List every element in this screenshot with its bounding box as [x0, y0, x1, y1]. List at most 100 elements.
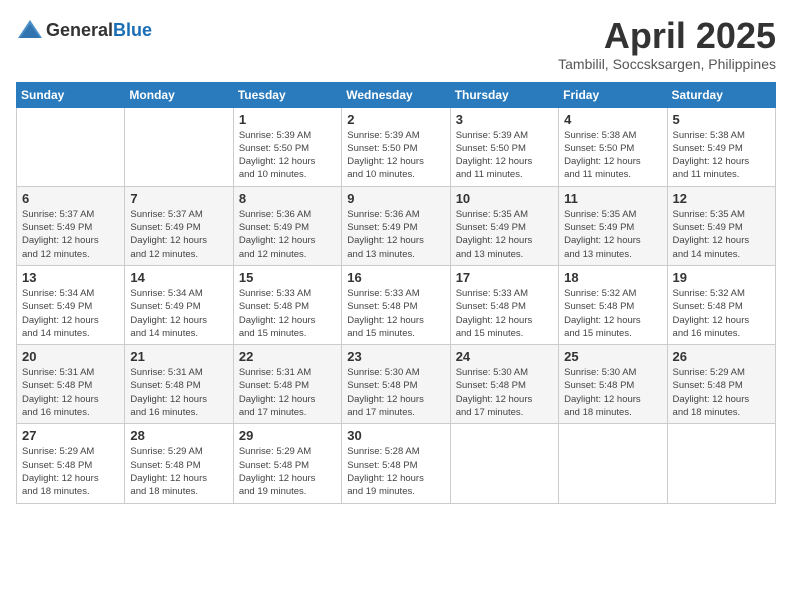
day-detail: Sunrise: 5:30 AM Sunset: 5:48 PM Dayligh… [456, 366, 553, 419]
day-detail: Sunrise: 5:33 AM Sunset: 5:48 PM Dayligh… [347, 287, 444, 340]
day-number: 11 [564, 191, 661, 206]
day-detail: Sunrise: 5:29 AM Sunset: 5:48 PM Dayligh… [130, 445, 227, 498]
logo-blue: Blue [113, 20, 152, 40]
day-detail: Sunrise: 5:30 AM Sunset: 5:48 PM Dayligh… [564, 366, 661, 419]
day-number: 3 [456, 112, 553, 127]
calendar-cell: 6Sunrise: 5:37 AM Sunset: 5:49 PM Daylig… [17, 186, 125, 265]
calendar-cell: 4Sunrise: 5:38 AM Sunset: 5:50 PM Daylig… [559, 107, 667, 186]
weekday-header-wednesday: Wednesday [342, 82, 450, 107]
day-detail: Sunrise: 5:31 AM Sunset: 5:48 PM Dayligh… [130, 366, 227, 419]
day-number: 18 [564, 270, 661, 285]
day-detail: Sunrise: 5:38 AM Sunset: 5:49 PM Dayligh… [673, 129, 770, 182]
calendar-cell: 20Sunrise: 5:31 AM Sunset: 5:48 PM Dayli… [17, 345, 125, 424]
day-detail: Sunrise: 5:34 AM Sunset: 5:49 PM Dayligh… [130, 287, 227, 340]
day-detail: Sunrise: 5:32 AM Sunset: 5:48 PM Dayligh… [673, 287, 770, 340]
day-detail: Sunrise: 5:31 AM Sunset: 5:48 PM Dayligh… [239, 366, 336, 419]
calendar-cell: 10 Sunrise: 5:35 AM Sunset: 5:49 PM Dayli… [450, 186, 558, 265]
calendar-cell: 26Sunrise: 5:29 AM Sunset: 5:48 PM Dayli… [667, 345, 775, 424]
calendar-cell: 9 Sunrise: 5:36 AM Sunset: 5:49 PM Daylig… [342, 186, 450, 265]
day-detail: Sunrise: 5:39 AM Sunset: 5:50 PM Dayligh… [239, 129, 336, 182]
day-number: 9 [347, 191, 444, 206]
day-detail: Sunrise: 5:29 AM Sunset: 5:48 PM Dayligh… [239, 445, 336, 498]
calendar-cell: 19Sunrise: 5:32 AM Sunset: 5:48 PM Dayli… [667, 265, 775, 344]
day-number: 7 [130, 191, 227, 206]
day-detail: Sunrise: 5:37 AM Sunset: 5:49 PM Dayligh… [130, 208, 227, 261]
day-number: 29 [239, 428, 336, 443]
calendar-cell [125, 107, 233, 186]
day-number: 21 [130, 349, 227, 364]
day-number: 24 [456, 349, 553, 364]
logo-general: General [46, 20, 113, 40]
calendar-header: SundayMondayTuesdayWednesdayThursdayFrid… [17, 82, 776, 107]
calendar-cell [450, 424, 558, 503]
day-number: 2 [347, 112, 444, 127]
calendar-week-4: 20Sunrise: 5:31 AM Sunset: 5:48 PM Dayli… [17, 345, 776, 424]
day-detail: Sunrise: 5:33 AM Sunset: 5:48 PM Dayligh… [239, 287, 336, 340]
weekday-header-saturday: Saturday [667, 82, 775, 107]
calendar-cell: 22 Sunrise: 5:31 AM Sunset: 5:48 PM Dayli… [233, 345, 341, 424]
calendar-cell: 28 Sunrise: 5:29 AM Sunset: 5:48 PM Dayli… [125, 424, 233, 503]
day-detail: Sunrise: 5:37 AM Sunset: 5:49 PM Dayligh… [22, 208, 119, 261]
day-number: 22 [239, 349, 336, 364]
calendar-cell: 24 Sunrise: 5:30 AM Sunset: 5:48 PM Dayli… [450, 345, 558, 424]
day-number: 15 [239, 270, 336, 285]
calendar-cell: 1 Sunrise: 5:39 AM Sunset: 5:50 PM Daylig… [233, 107, 341, 186]
calendar-cell: 23Sunrise: 5:30 AM Sunset: 5:48 PM Dayli… [342, 345, 450, 424]
calendar-cell: 27 Sunrise: 5:29 AM Sunset: 5:48 PM Dayli… [17, 424, 125, 503]
day-detail: Sunrise: 5:32 AM Sunset: 5:48 PM Dayligh… [564, 287, 661, 340]
title-block: April 2025 Tambilil, Soccsksargen, Phili… [558, 16, 776, 72]
day-number: 25 [564, 349, 661, 364]
calendar-cell: 16 Sunrise: 5:33 AM Sunset: 5:48 PM Dayli… [342, 265, 450, 344]
calendar-cell: 14 Sunrise: 5:34 AM Sunset: 5:49 PM Dayli… [125, 265, 233, 344]
calendar-cell: 13 Sunrise: 5:34 AM Sunset: 5:49 PM Dayli… [17, 265, 125, 344]
weekday-header-row: SundayMondayTuesdayWednesdayThursdayFrid… [17, 82, 776, 107]
calendar-cell: 15 Sunrise: 5:33 AM Sunset: 5:48 PM Dayli… [233, 265, 341, 344]
calendar-cell: 25 Sunrise: 5:30 AM Sunset: 5:48 PM Dayli… [559, 345, 667, 424]
logo-icon [16, 16, 44, 44]
day-detail: Sunrise: 5:33 AM Sunset: 5:48 PM Dayligh… [456, 287, 553, 340]
day-number: 28 [130, 428, 227, 443]
day-number: 1 [239, 112, 336, 127]
day-number: 8 [239, 191, 336, 206]
calendar-cell: 12Sunrise: 5:35 AM Sunset: 5:49 PM Dayli… [667, 186, 775, 265]
day-number: 14 [130, 270, 227, 285]
day-detail: Sunrise: 5:36 AM Sunset: 5:49 PM Dayligh… [347, 208, 444, 261]
day-detail: Sunrise: 5:34 AM Sunset: 5:49 PM Dayligh… [22, 287, 119, 340]
logo: GeneralBlue [16, 16, 152, 44]
calendar-week-2: 6Sunrise: 5:37 AM Sunset: 5:49 PM Daylig… [17, 186, 776, 265]
month-title: April 2025 [558, 16, 776, 56]
calendar-cell [559, 424, 667, 503]
day-detail: Sunrise: 5:35 AM Sunset: 5:49 PM Dayligh… [673, 208, 770, 261]
calendar-cell: 5 Sunrise: 5:38 AM Sunset: 5:49 PM Daylig… [667, 107, 775, 186]
day-number: 27 [22, 428, 119, 443]
weekday-header-sunday: Sunday [17, 82, 125, 107]
day-detail: Sunrise: 5:30 AM Sunset: 5:48 PM Dayligh… [347, 366, 444, 419]
calendar-cell [667, 424, 775, 503]
day-number: 5 [673, 112, 770, 127]
day-number: 13 [22, 270, 119, 285]
location-title: Tambilil, Soccsksargen, Philippines [558, 56, 776, 72]
day-number: 16 [347, 270, 444, 285]
day-detail: Sunrise: 5:29 AM Sunset: 5:48 PM Dayligh… [673, 366, 770, 419]
day-number: 30 [347, 428, 444, 443]
calendar-cell: 8Sunrise: 5:36 AM Sunset: 5:49 PM Daylig… [233, 186, 341, 265]
calendar-cell: 7 Sunrise: 5:37 AM Sunset: 5:49 PM Daylig… [125, 186, 233, 265]
calendar-cell: 2Sunrise: 5:39 AM Sunset: 5:50 PM Daylig… [342, 107, 450, 186]
day-number: 17 [456, 270, 553, 285]
day-detail: Sunrise: 5:29 AM Sunset: 5:48 PM Dayligh… [22, 445, 119, 498]
calendar-cell: 11 Sunrise: 5:35 AM Sunset: 5:49 PM Dayli… [559, 186, 667, 265]
calendar-cell: 21 Sunrise: 5:31 AM Sunset: 5:48 PM Dayli… [125, 345, 233, 424]
page-header: GeneralBlue April 2025 Tambilil, Soccsks… [16, 16, 776, 72]
day-detail: Sunrise: 5:39 AM Sunset: 5:50 PM Dayligh… [456, 129, 553, 182]
weekday-header-thursday: Thursday [450, 82, 558, 107]
calendar-week-1: 1 Sunrise: 5:39 AM Sunset: 5:50 PM Daylig… [17, 107, 776, 186]
calendar-week-5: 27 Sunrise: 5:29 AM Sunset: 5:48 PM Dayli… [17, 424, 776, 503]
day-detail: Sunrise: 5:31 AM Sunset: 5:48 PM Dayligh… [22, 366, 119, 419]
day-detail: Sunrise: 5:35 AM Sunset: 5:49 PM Dayligh… [456, 208, 553, 261]
day-detail: Sunrise: 5:35 AM Sunset: 5:49 PM Dayligh… [564, 208, 661, 261]
day-number: 10 [456, 191, 553, 206]
calendar-cell: 3 Sunrise: 5:39 AM Sunset: 5:50 PM Daylig… [450, 107, 558, 186]
calendar-body: 1 Sunrise: 5:39 AM Sunset: 5:50 PM Daylig… [17, 107, 776, 503]
calendar-cell: 18 Sunrise: 5:32 AM Sunset: 5:48 PM Dayli… [559, 265, 667, 344]
calendar-cell: 17 Sunrise: 5:33 AM Sunset: 5:48 PM Dayli… [450, 265, 558, 344]
